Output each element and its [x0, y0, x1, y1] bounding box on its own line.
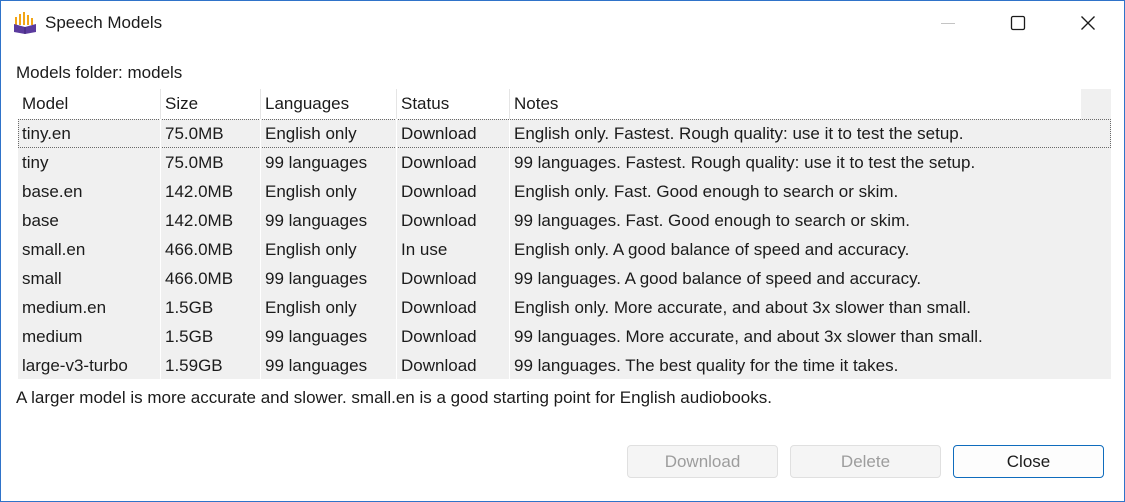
cell-model: base.en: [18, 177, 161, 206]
cell-notes: 99 languages. A good balance of speed an…: [514, 269, 922, 288]
window-close-button[interactable]: [1053, 1, 1123, 45]
column-header-languages[interactable]: Languages: [261, 89, 397, 119]
cell-notes: English only. Fastest. Rough quality: us…: [514, 124, 964, 143]
cell-model: small: [18, 264, 161, 293]
cell-status: Download: [397, 177, 510, 206]
table-row[interactable]: base.en 142.0MB English only Download En…: [18, 177, 1111, 206]
column-header-status[interactable]: Status: [397, 89, 510, 119]
table-header: Model Size Languages Status Notes: [18, 89, 1111, 119]
cell-size: 1.5GB: [161, 322, 261, 351]
cell-size: 75.0MB: [161, 148, 261, 177]
cell-languages: 99 languages: [261, 351, 397, 379]
table-row[interactable]: large-v3-turbo 1.59GB 99 languages Downl…: [18, 351, 1111, 379]
cell-status: In use: [397, 235, 510, 264]
download-button[interactable]: Download: [627, 445, 778, 478]
cell-model: medium: [18, 322, 161, 351]
table-row[interactable]: medium 1.5GB 99 languages Download 99 la…: [18, 322, 1111, 351]
cell-model: tiny: [18, 148, 161, 177]
cell-status: Download: [397, 322, 510, 351]
cell-languages: 99 languages: [261, 264, 397, 293]
cell-languages: English only: [261, 235, 397, 264]
cell-status: Download: [397, 293, 510, 322]
table-row[interactable]: tiny 75.0MB 99 languages Download 99 lan…: [18, 148, 1111, 177]
cell-notes: 99 languages. More accurate, and about 3…: [514, 327, 983, 346]
cell-size: 466.0MB: [161, 235, 261, 264]
table-row[interactable]: small 466.0MB 99 languages Download 99 l…: [18, 264, 1111, 293]
dialog-body: Models folder: models Model Size Languag…: [1, 45, 1124, 501]
app-logo-icon: [14, 12, 36, 34]
cell-size: 1.5GB: [161, 293, 261, 322]
cell-model: large-v3-turbo: [18, 351, 161, 379]
window-title: Speech Models: [45, 13, 163, 32]
column-header-notes[interactable]: Notes: [510, 89, 1081, 119]
cell-languages: English only: [261, 119, 397, 148]
close-icon: [1081, 16, 1095, 30]
cell-notes: English only. A good balance of speed an…: [514, 240, 910, 259]
table-row[interactable]: small.en 466.0MB English only In use Eng…: [18, 235, 1111, 264]
cell-notes: 99 languages. The best quality for the t…: [514, 356, 899, 375]
cell-size: 466.0MB: [161, 264, 261, 293]
cell-size: 75.0MB: [161, 119, 261, 148]
model-hint-text: A larger model is more accurate and slow…: [16, 388, 772, 407]
cell-notes: English only. Fast. Good enough to searc…: [514, 182, 899, 201]
cell-model: tiny.en: [18, 119, 161, 148]
cell-status: Download: [397, 264, 510, 293]
column-header-size[interactable]: Size: [161, 89, 261, 119]
cell-languages: English only: [261, 293, 397, 322]
cell-size: 142.0MB: [161, 177, 261, 206]
cell-languages: 99 languages: [261, 322, 397, 351]
title-bar[interactable]: Speech Models: [1, 1, 1124, 45]
minimize-button[interactable]: [913, 1, 983, 45]
maximize-icon: [1010, 15, 1026, 31]
cell-languages: 99 languages: [261, 148, 397, 177]
cell-size: 142.0MB: [161, 206, 261, 235]
cell-notes: 99 languages. Fast. Good enough to searc…: [514, 211, 910, 230]
table-row[interactable]: base 142.0MB 99 languages Download 99 la…: [18, 206, 1111, 235]
delete-button[interactable]: Delete: [790, 445, 941, 478]
table-row[interactable]: medium.en 1.5GB English only Download En…: [18, 293, 1111, 322]
cell-notes: 99 languages. Fastest. Rough quality: us…: [514, 153, 976, 172]
cell-languages: English only: [261, 177, 397, 206]
minimize-icon: [941, 23, 955, 24]
maximize-button[interactable]: [983, 1, 1053, 45]
models-folder-label: Models folder: models: [16, 63, 183, 82]
cell-status: Download: [397, 119, 510, 148]
column-header-model[interactable]: Model: [18, 89, 161, 119]
cell-model: small.en: [18, 235, 161, 264]
header-filler: [1081, 89, 1111, 119]
table-row[interactable]: tiny.en 75.0MB English only Download Eng…: [18, 119, 1111, 148]
cell-languages: 99 languages: [261, 206, 397, 235]
cell-status: Download: [397, 351, 510, 379]
speech-models-window: Speech Models Models folder: models Mode…: [0, 0, 1125, 502]
cell-status: Download: [397, 206, 510, 235]
models-table[interactable]: Model Size Languages Status Notes tiny.e…: [18, 89, 1111, 379]
cell-notes: English only. More accurate, and about 3…: [514, 298, 972, 317]
cell-model: base: [18, 206, 161, 235]
cell-status: Download: [397, 148, 510, 177]
close-button[interactable]: Close: [953, 445, 1104, 478]
cell-size: 1.59GB: [161, 351, 261, 379]
cell-model: medium.en: [18, 293, 161, 322]
